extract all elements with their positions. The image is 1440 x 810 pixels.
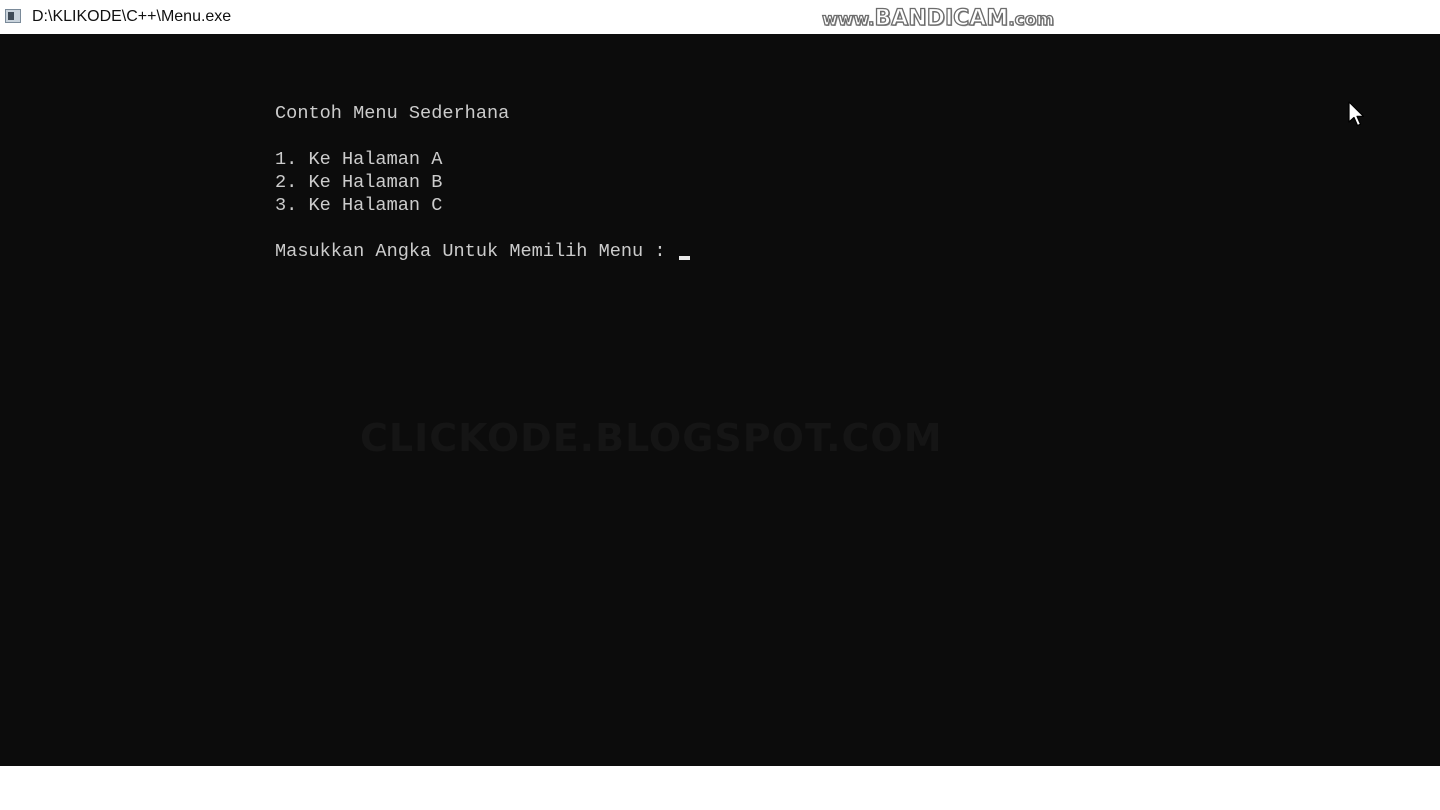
watermark-suffix: .com [1008, 9, 1055, 30]
console-window: D:\KLIKODE\C++\Menu.exe www.BANDICAM.com… [0, 0, 1440, 810]
console-output-area[interactable]: CLICKODE.BLOGSPOT.COM Contoh Menu Sederh… [0, 34, 1440, 766]
bandicam-watermark: www.BANDICAM.com [821, 5, 1055, 31]
menu-heading: Contoh Menu Sederhana [275, 103, 510, 124]
menu-item-c: 3. Ke Halaman C [275, 195, 443, 216]
input-prompt-line[interactable]: Masukkan Angka Untuk Memilih Menu : [275, 241, 690, 263]
console-window-icon[interactable] [5, 9, 21, 23]
watermark-prefix: www. [821, 9, 875, 30]
bottom-margin [0, 766, 1440, 810]
background-watermark: CLICKODE.BLOGSPOT.COM [360, 416, 943, 460]
menu-item-a: 1. Ke Halaman A [275, 149, 443, 170]
window-title: D:\KLIKODE\C++\Menu.exe [32, 8, 232, 25]
arrow-pointer-icon [1348, 101, 1365, 127]
menu-item-b: 2. Ke Halaman B [275, 172, 443, 193]
title-bar[interactable]: D:\KLIKODE\C++\Menu.exe www.BANDICAM.com [0, 0, 1440, 34]
watermark-brand: BANDICAM [874, 5, 1009, 31]
input-prompt: Masukkan Angka Untuk Memilih Menu : [275, 241, 677, 262]
text-cursor [678, 256, 690, 260]
